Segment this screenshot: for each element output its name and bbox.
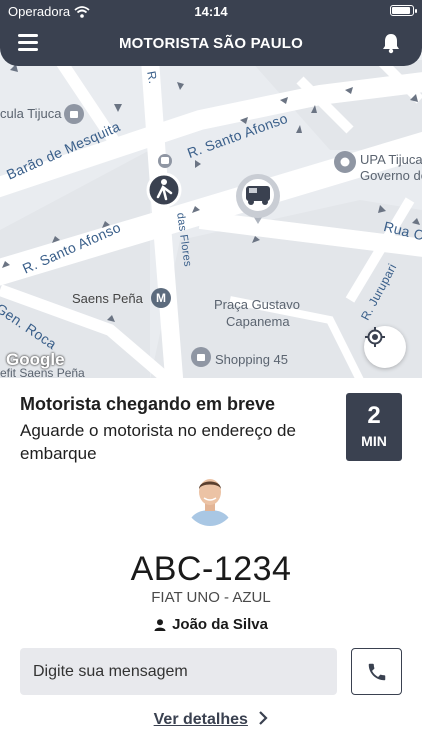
driver-avatar bbox=[184, 470, 236, 526]
app-screen: Barão de Mesquita R. Santo Afonso R. San… bbox=[0, 0, 422, 750]
trip-status-title: Motorista chegando em breve bbox=[20, 394, 276, 414]
app-header: Operadora 14:14 MOTORISTA SÃO PAULO bbox=[0, 0, 422, 66]
crosshair-location-icon bbox=[365, 327, 385, 347]
page-title: MOTORISTA SÃO PAULO bbox=[118, 35, 304, 52]
vehicle-model: FIAT UNO - AZUL bbox=[151, 589, 271, 606]
chevron-right-icon bbox=[259, 711, 268, 725]
poi-label-praca-1: Praça Gustavo bbox=[214, 297, 300, 312]
nav-bar: MOTORISTA SÃO PAULO bbox=[0, 26, 422, 60]
status-time: 14:14 bbox=[194, 4, 228, 19]
driver-name: João da Silva bbox=[172, 616, 268, 633]
message-input[interactable] bbox=[20, 648, 337, 695]
poi-label-governo: Governo de bbox=[360, 168, 422, 183]
eta-badge: 2 MIN bbox=[346, 393, 402, 461]
poi-label-tijuca: cula Tijuca bbox=[0, 106, 62, 121]
locate-me-button[interactable] bbox=[364, 326, 406, 368]
driver-info: João da Silva bbox=[0, 616, 422, 633]
trip-status-subtitle: Aguarde o motorista no endereço de embar… bbox=[20, 421, 296, 463]
view-details-link[interactable]: Ver detalhes bbox=[0, 711, 422, 729]
eta-unit: MIN bbox=[361, 433, 387, 449]
status-bar: Operadora 14:14 bbox=[0, 0, 422, 22]
view-details-label: Ver detalhes bbox=[153, 711, 248, 728]
street-label-r: R. bbox=[144, 70, 161, 85]
bell-icon[interactable] bbox=[380, 32, 402, 54]
phone-icon bbox=[368, 663, 385, 680]
battery-icon bbox=[390, 5, 417, 16]
google-logo: Google bbox=[6, 350, 65, 369]
metro-icon: M bbox=[151, 288, 171, 308]
poi-label-praca-2: Capanema bbox=[226, 314, 290, 329]
eta-value: 2 bbox=[367, 402, 381, 429]
person-icon bbox=[154, 618, 166, 631]
trip-panel: Motorista chegando em breve Aguarde o mo… bbox=[0, 378, 422, 750]
poi-label-saens-pena: Saens Peña bbox=[72, 291, 143, 306]
call-driver-button[interactable] bbox=[351, 648, 402, 695]
vehicle-plate: ABC-1234 bbox=[130, 550, 292, 588]
poi-label-shopping: Shopping 45 bbox=[215, 352, 289, 367]
poi-label-upa: UPA Tijuca bbox=[360, 152, 422, 167]
